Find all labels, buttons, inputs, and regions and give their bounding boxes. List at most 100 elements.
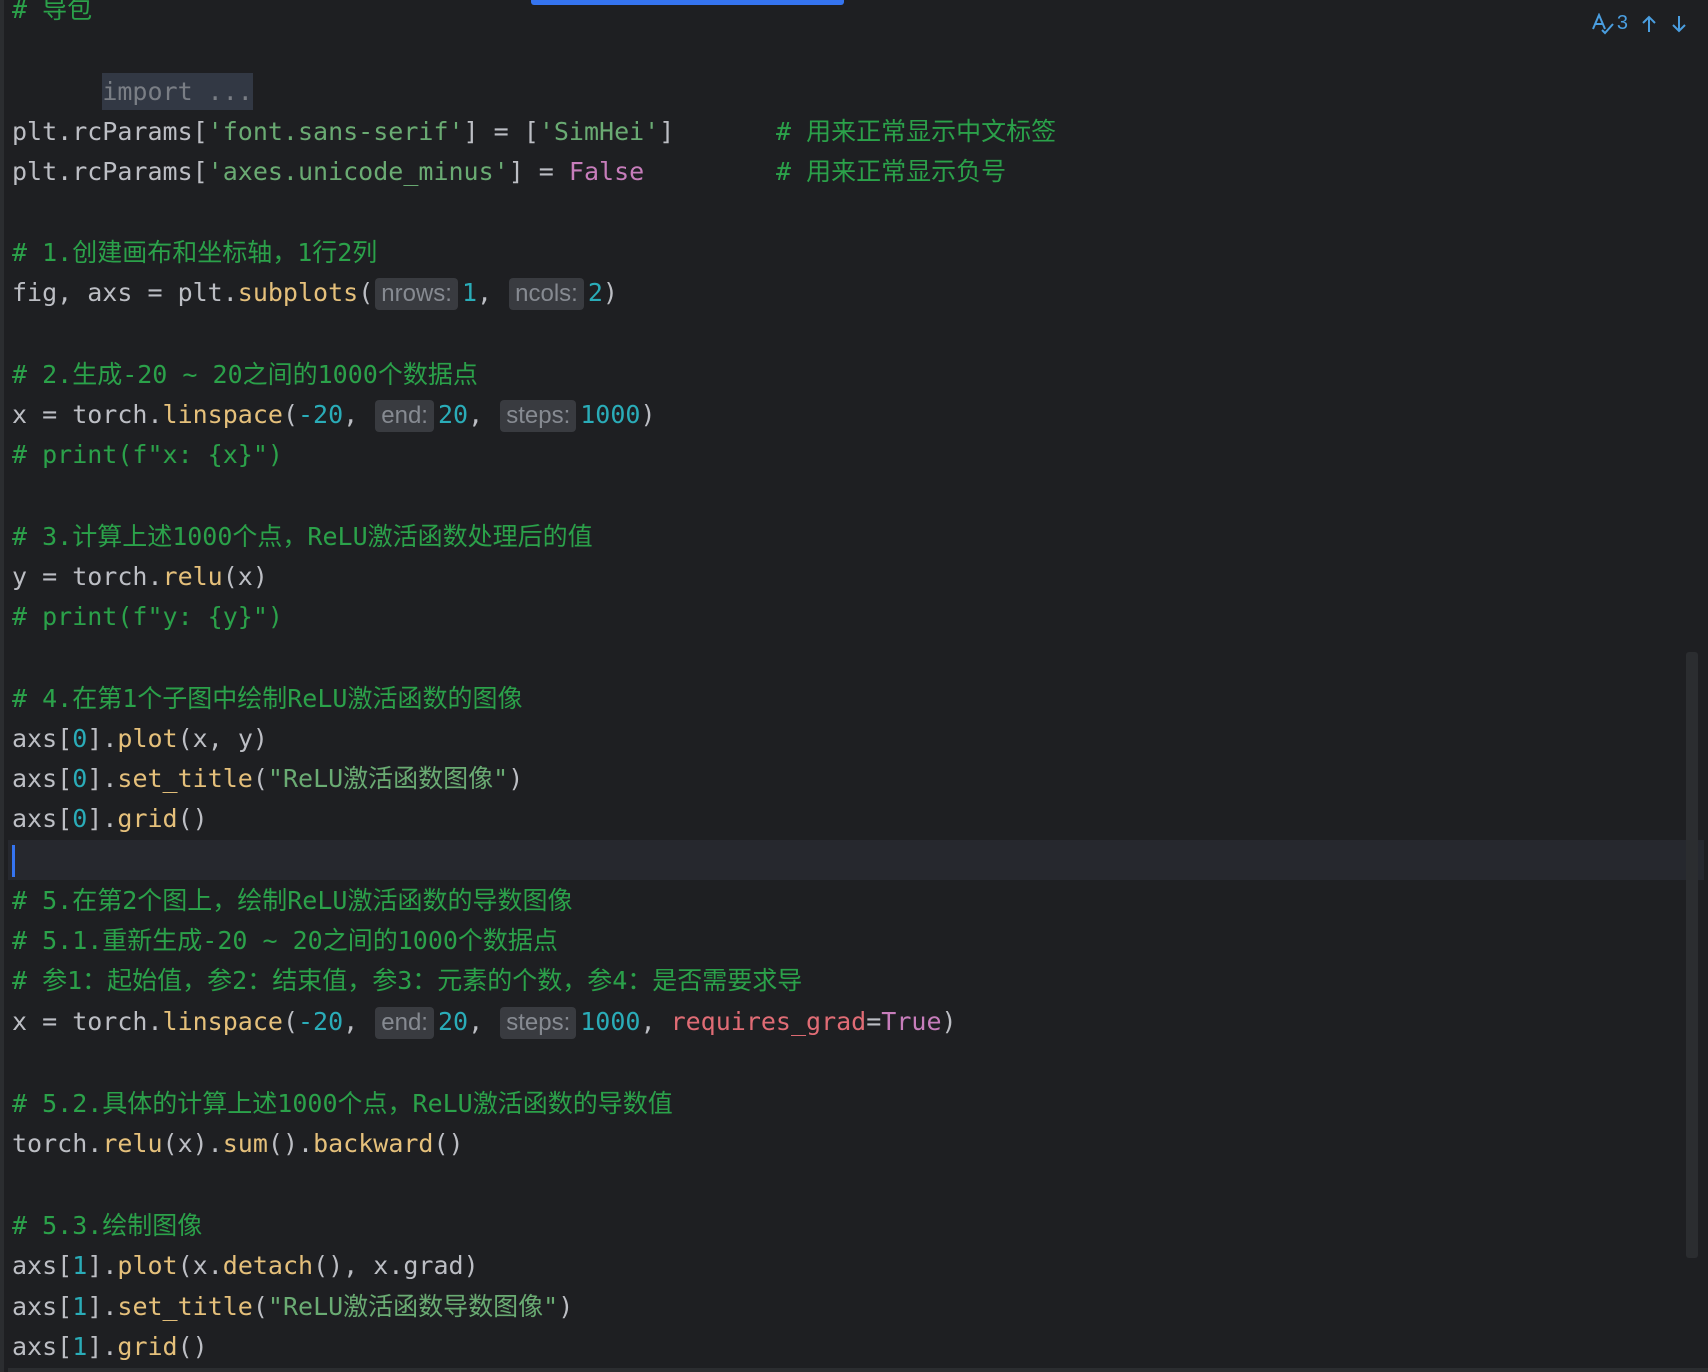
code-comment: # 用来正常显示负号: [776, 157, 1007, 186]
code-line[interactable]: axs[1].plot(x.detach(), x.grad): [12, 1246, 479, 1286]
code-token: ,: [343, 1007, 374, 1036]
code-token: (x).: [162, 1129, 223, 1158]
code-comment: # 用来正常显示中文标签: [776, 117, 1057, 146]
code-token: (): [177, 1332, 208, 1361]
code-line[interactable]: fig, axs = plt.subplots(nrows: 1, ncols: 2…: [12, 273, 618, 313]
code-token: axs[: [12, 1251, 73, 1280]
code-token: (: [282, 1007, 298, 1036]
code-line[interactable]: axs[0].set_title("ReLU激活函数图像"): [12, 759, 523, 799]
code-token: ): [558, 1292, 574, 1321]
string-literal: 'SimHei': [538, 117, 660, 146]
scroll-position-indicator: [531, 0, 844, 5]
number-literal: 0: [72, 724, 88, 753]
string-literal: 'axes.unicode_minus': [207, 157, 509, 186]
code-line[interactable]: axs[1].grid(): [12, 1327, 208, 1367]
code-token: axs[: [12, 1292, 73, 1321]
function-name: linspace: [162, 1007, 283, 1036]
code-line[interactable]: y = torch.relu(x): [12, 557, 268, 597]
code-comment: # 3.计算上述1000个点，ReLU激活函数处理后的值: [12, 522, 593, 551]
function-name: linspace: [162, 400, 283, 429]
code-line[interactable]: import ...: [12, 32, 253, 110]
parameter-hint: steps:: [500, 1007, 577, 1039]
function-name: grid: [117, 1332, 178, 1361]
code-comment: # 5.3.绘制图像: [12, 1211, 203, 1240]
arrow-down-icon[interactable]: [1670, 14, 1688, 34]
function-name: subplots: [237, 278, 359, 307]
code-line[interactable]: plt.rcParams['font.sans-serif'] = ['SimH…: [12, 112, 674, 152]
code-token: (): [177, 804, 208, 833]
code-comment: # print(f"x: {x}"): [12, 440, 283, 469]
code-token: (x.: [177, 1251, 223, 1280]
folded-imports[interactable]: import ...: [102, 73, 253, 110]
code-line[interactable]: plt.rcParams['axes.unicode_minus'] = Fal…: [12, 152, 644, 192]
number-literal: 2: [587, 278, 603, 307]
code-line[interactable]: axs[0].plot(x, y): [12, 719, 268, 759]
code-editor[interactable]: # 导包 import ... plt.rcParams['font.sans-…: [0, 0, 1708, 1372]
spellcheck-icon: [1591, 12, 1615, 35]
function-name: backward: [313, 1129, 434, 1158]
number-literal: 20: [437, 400, 469, 429]
code-token: x = torch.: [12, 1007, 163, 1036]
arrow-up-icon[interactable]: [1640, 14, 1658, 34]
code-token: (x, y): [177, 724, 268, 753]
code-comment: # 5.2.具体的计算上述1000个点，ReLU激活函数的导数值: [12, 1089, 673, 1118]
string-literal: "ReLU激活函数图像": [267, 764, 509, 793]
number-literal: 0: [72, 764, 88, 793]
code-line[interactable]: axs[0].grid(): [12, 799, 208, 839]
code-line[interactable]: axs[1].set_title("ReLU激活函数导数图像"): [12, 1287, 573, 1327]
code-token: (: [252, 764, 268, 793]
number-literal: 1: [461, 278, 478, 307]
parameter-hint: ncols:: [509, 278, 584, 310]
number-literal: 20: [437, 1007, 469, 1036]
number-literal: 1000: [580, 400, 641, 429]
code-token: x = torch.: [12, 400, 163, 429]
keyword-argument: requires_grad: [670, 1007, 867, 1036]
code-line[interactable]: x = torch.linspace(-20, end: 20, steps: 10…: [12, 395, 656, 435]
bottom-border: [8, 1368, 1708, 1372]
vertical-scrollbar[interactable]: [1686, 652, 1698, 1258]
inspection-toolbar: 3: [1591, 12, 1688, 35]
code-token: ().: [267, 1129, 314, 1158]
code-line[interactable]: x = torch.linspace(-20, end: 20, steps: 10…: [12, 1002, 957, 1042]
number-literal: 1: [72, 1332, 88, 1361]
parameter-hint: nrows:: [375, 278, 458, 310]
code-token: (): [433, 1129, 464, 1158]
code-token: axs[: [12, 764, 73, 793]
code-token: ] = [: [463, 117, 539, 146]
function-name: relu: [102, 1129, 163, 1158]
current-line-highlight: [8, 840, 1704, 880]
code-comment: # 1.创建画布和坐标轴，1行2列: [12, 238, 378, 267]
number-literal: 1000: [580, 1007, 641, 1036]
code-comment: # print(f"y: {y}"): [12, 602, 283, 631]
code-line[interactable]: torch.relu(x).sum().backward(): [12, 1124, 464, 1164]
code-token: ].: [87, 724, 118, 753]
function-name: detach: [222, 1251, 314, 1280]
code-token: ): [640, 400, 656, 429]
string-literal: "ReLU激活函数导数图像": [267, 1292, 559, 1321]
keyword-false: False: [568, 157, 645, 186]
code-token: ): [941, 1007, 957, 1036]
function-name: set_title: [117, 764, 253, 793]
inspection-widget[interactable]: 3: [1591, 12, 1628, 35]
code-token: ,: [640, 1007, 671, 1036]
function-name: relu: [162, 562, 223, 591]
code-token: ,: [477, 278, 508, 307]
parameter-hint: end:: [375, 1007, 434, 1039]
number-literal: 1: [72, 1292, 88, 1321]
code-comment: # 5.在第2个图上，绘制ReLU激活函数的导数图像: [12, 886, 573, 915]
code-token: ].: [87, 764, 118, 793]
code-comment: # 5.1.重新生成-20 ~ 20之间的1000个数据点: [12, 926, 558, 955]
code-token: ,: [468, 400, 499, 429]
function-name: plot: [117, 1251, 178, 1280]
code-token: axs[: [12, 724, 73, 753]
function-name: plot: [117, 724, 178, 753]
inspection-count: 3: [1616, 12, 1628, 34]
string-literal: 'font.sans-serif': [207, 117, 464, 146]
code-comment: # 2.生成-20 ~ 20之间的1000个数据点: [12, 360, 478, 389]
code-line[interactable]: # 导包: [12, 0, 92, 30]
code-token: =: [866, 1007, 882, 1036]
number-literal: 0: [72, 804, 88, 833]
code-token: ].: [87, 1332, 118, 1361]
code-token: (: [358, 278, 374, 307]
code-token: y = torch.: [12, 562, 163, 591]
